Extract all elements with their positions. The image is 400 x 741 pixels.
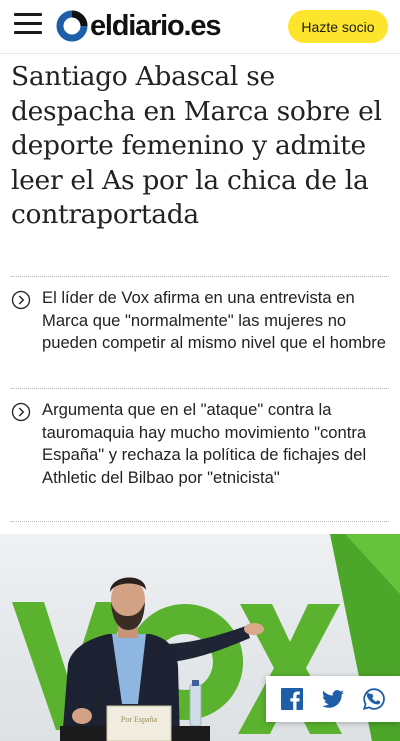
- summary-item: Argumenta que en el "ataque" contra la t…: [11, 399, 389, 489]
- facebook-icon[interactable]: [280, 687, 304, 711]
- summary-block: El líder de Vox afirma en una entrevista…: [11, 276, 389, 388]
- share-bar: [266, 676, 400, 722]
- hamburger-menu-icon[interactable]: [14, 13, 42, 37]
- lectern-text: Por España: [121, 715, 158, 724]
- chevron-right-circle-icon: [11, 290, 31, 310]
- chevron-right-circle-icon: [11, 402, 31, 422]
- site-header: eldiario.es Hazte socio: [0, 0, 400, 54]
- twitter-icon[interactable]: [321, 687, 345, 711]
- article-headline: Santiago Abascal se despacha en Marca so…: [11, 61, 382, 230]
- summary-text: El líder de Vox afirma en una entrevista…: [42, 288, 387, 353]
- whatsapp-icon[interactable]: [362, 687, 386, 711]
- join-button[interactable]: Hazte socio: [288, 10, 388, 43]
- summary-item: El líder de Vox afirma en una entrevista…: [11, 287, 389, 355]
- logo-mark-icon: [56, 10, 88, 42]
- logo-text: eldiario.es: [90, 10, 221, 42]
- summary-block: Argumenta que en el "ataque" contra la t…: [11, 388, 389, 522]
- site-logo[interactable]: eldiario.es: [56, 9, 221, 43]
- summary-text: Argumenta que en el "ataque" contra la t…: [42, 400, 367, 487]
